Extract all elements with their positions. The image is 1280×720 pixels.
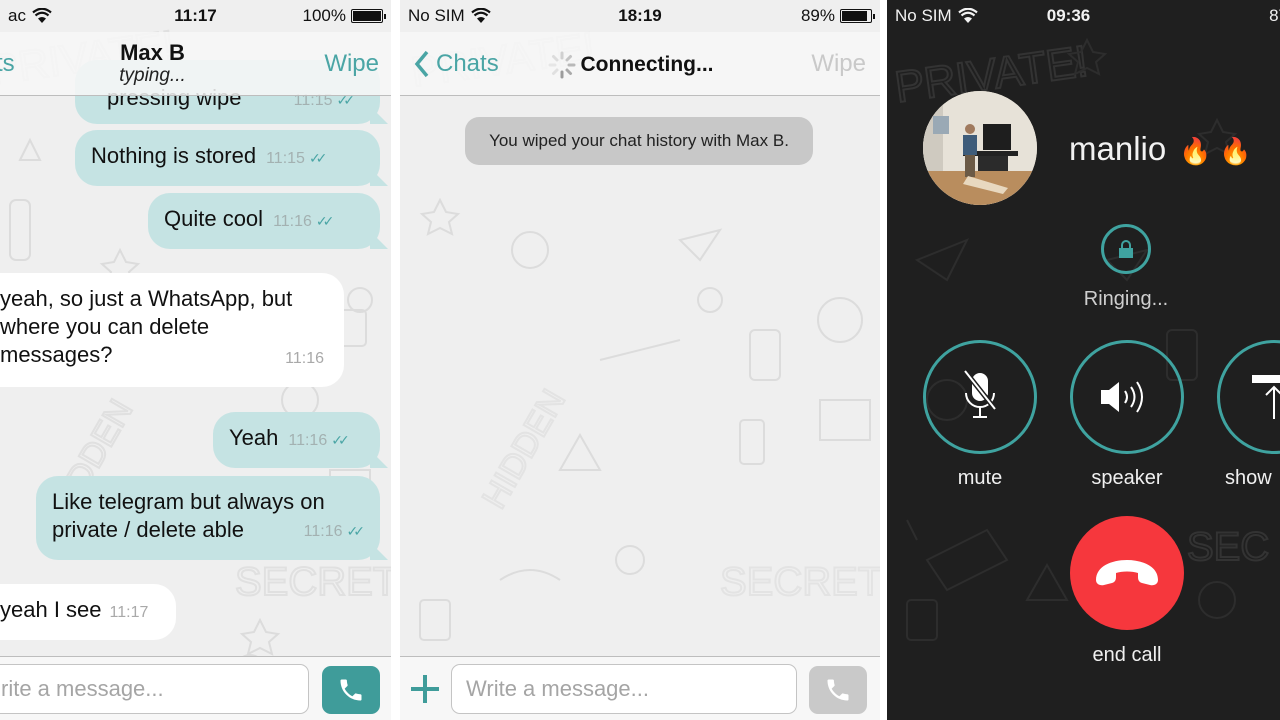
show-label: show	[1225, 467, 1272, 489]
message-bubble: yeah, so just a WhatsApp, but where you …	[0, 273, 344, 387]
lock-icon	[1119, 240, 1133, 258]
composer-bar	[0, 656, 391, 720]
nav-bar: ts Max B typing... Wipe	[0, 32, 391, 96]
encryption-indicator	[1101, 224, 1151, 274]
chat-screen-connecting: PRIVATE! HIDDEN SECRET No SIM 18:19 89% …	[400, 0, 880, 720]
message-bubble: Like telegram but always on private / de…	[36, 476, 380, 560]
message-text: yeah I see	[0, 597, 102, 622]
read-ticks-icon: ✓✓	[308, 150, 328, 166]
svg-text:HIDDEN: HIDDEN	[475, 383, 573, 515]
svg-text:SECRET: SECRET	[235, 560, 391, 604]
svg-text:SECRET: SECRET	[720, 560, 880, 604]
message-time: 11:16	[285, 350, 324, 367]
mute-button[interactable]	[923, 340, 1037, 454]
end-call-button[interactable]	[1070, 516, 1184, 630]
fire-emoji-icon: 🔥 🔥	[1179, 136, 1252, 166]
nav-title: Connecting...	[580, 53, 714, 76]
battery-icon	[840, 9, 875, 23]
loading-spinner-icon	[548, 51, 575, 79]
contact-photo	[923, 91, 1037, 205]
message-bubble: yeah I see 11:17	[0, 584, 176, 640]
wipe-button[interactable]: Wipe	[324, 50, 379, 78]
read-ticks-icon: ✓✓	[315, 213, 335, 229]
call-screen: PRIVATE! SEC No SIM 09:36 87	[887, 0, 1280, 720]
battery: 89%	[800, 6, 875, 26]
end-call-label: end call	[1092, 644, 1162, 666]
plus-icon	[411, 675, 439, 703]
message-time: 11:16	[288, 432, 328, 449]
svg-text:SEC: SEC	[1187, 525, 1269, 569]
mute-mic-icon	[963, 369, 997, 418]
phone-icon	[340, 679, 362, 701]
battery-percent: 89%	[800, 6, 835, 25]
message-text: Yeah	[229, 425, 279, 450]
message-bubble: Nothing is stored 11:15 ✓✓	[75, 130, 380, 186]
message-bubble: Yeah 11:16 ✓✓	[213, 412, 380, 468]
show-button[interactable]	[1217, 340, 1280, 454]
hang-up-icon	[1096, 560, 1158, 586]
speaker-label: speaker	[1091, 467, 1163, 489]
status-bar: No SIM 09:36 87	[887, 0, 1280, 32]
wipe-button[interactable]: Wipe	[811, 50, 866, 78]
nav-bar: Chats Connecting... Wipe	[400, 32, 880, 96]
status-bar: ac 11:17 100%	[0, 0, 391, 32]
mute-label: mute	[957, 467, 1003, 489]
clock: 09:36	[1046, 6, 1091, 25]
read-ticks-icon: ✓✓	[331, 432, 350, 448]
phone-icon	[827, 679, 849, 701]
message-time: 11:16	[273, 213, 312, 230]
message-bubble: Quite cool 11:16 ✓✓	[148, 193, 380, 249]
call-button-disabled[interactable]	[809, 666, 867, 714]
battery-icon	[351, 9, 386, 23]
show-arrow-icon	[1252, 375, 1280, 419]
read-ticks-icon: ✓✓	[346, 523, 366, 539]
battery-percent: 100%	[302, 6, 346, 25]
call-button[interactable]	[322, 666, 380, 714]
connection-status: Connecting...	[400, 50, 880, 80]
contact-avatar	[923, 91, 1037, 205]
message-text: Quite cool	[164, 206, 264, 231]
message-input[interactable]	[0, 664, 309, 714]
system-message: You wiped your chat history with Max B.	[465, 117, 813, 165]
composer-bar	[400, 656, 880, 720]
message-text: yeah, so just a WhatsApp, but where you …	[0, 286, 293, 367]
doodle-background: PRIVATE! HIDDEN SECRET	[407, 22, 880, 641]
add-attachment-button[interactable]	[408, 667, 442, 711]
message-time: 11:17	[109, 604, 149, 621]
battery: 100%	[302, 6, 386, 26]
battery: 87	[1269, 6, 1280, 26]
contact-name-row: manlio 🔥 🔥	[1069, 130, 1251, 168]
message-time: 11:15	[266, 150, 305, 167]
message-meta: 11:16 ✓✓	[294, 515, 366, 546]
speaker-button[interactable]	[1070, 340, 1184, 454]
message-text: Nothing is stored	[91, 143, 257, 168]
status-bar: No SIM 18:19 89%	[400, 0, 880, 32]
speaker-icon	[1101, 381, 1143, 413]
call-status-text: Ringing...	[1083, 288, 1169, 310]
contact-name: manlio	[1069, 130, 1167, 167]
battery-percent: 87	[1269, 6, 1280, 25]
chat-screen-max-b: PRIVATE! HIDDEN SECRET ac 11:17 100% ts …	[0, 0, 391, 720]
message-input[interactable]	[451, 664, 797, 714]
message-time: 11:16	[303, 523, 343, 540]
